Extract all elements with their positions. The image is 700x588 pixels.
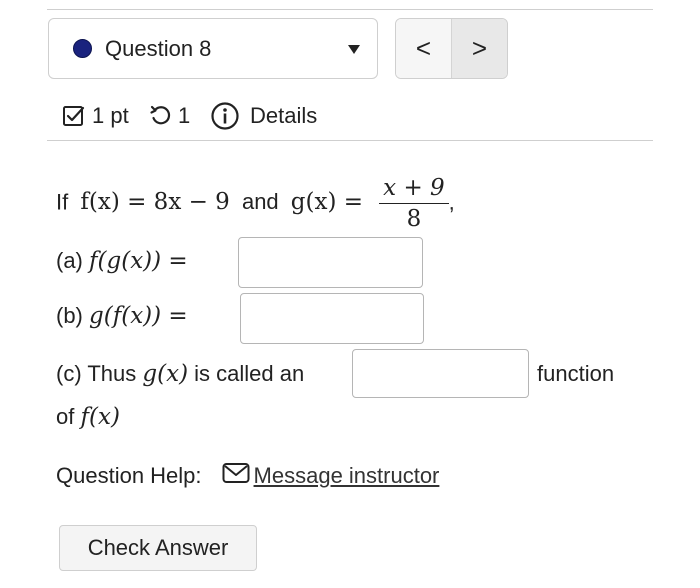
part-c-prefix: (c) Thus xyxy=(56,361,137,386)
message-instructor-link[interactable]: Message instructor xyxy=(254,463,440,489)
if-text: If xyxy=(56,189,69,215)
previous-question-button[interactable]: < xyxy=(396,19,452,78)
problem-statement: If f(x) = 8x − 9 and g(x) = x + 9 8 , xyxy=(56,175,455,232)
help-label: Question Help: xyxy=(56,463,202,488)
g-denominator: 8 xyxy=(406,206,422,232)
retry-icon xyxy=(149,104,173,128)
answer-c-input[interactable] xyxy=(352,349,529,398)
f-definition: f(x) = 8x − 9 xyxy=(80,189,230,216)
details-toggle[interactable]: Details xyxy=(210,100,317,132)
part-a: (a) f(g(x)) = xyxy=(56,248,188,274)
attempts-info: 1 xyxy=(149,100,190,132)
part-c: (c) Thus g(x) is called an xyxy=(56,361,304,387)
g-numerator: x + 9 xyxy=(379,175,449,204)
top-divider xyxy=(47,9,653,10)
part-b: (b) g(f(x)) = xyxy=(56,303,188,329)
part-a-expression: f(g(x)) = xyxy=(89,248,188,274)
question-label: Question 8 xyxy=(105,36,212,61)
question-select[interactable]: Question 8 xyxy=(48,18,378,79)
points-text: 1 pt xyxy=(92,103,129,128)
part-c-of: of xyxy=(56,404,75,429)
check-answer-button[interactable]: Check Answer xyxy=(59,525,257,571)
question-help: Question Help: Message instructor xyxy=(56,462,439,490)
details-label: Details xyxy=(250,103,318,128)
part-c-mid: is called an xyxy=(194,361,305,386)
g-lhs: g(x) = xyxy=(290,189,364,216)
answer-b-input[interactable] xyxy=(240,293,424,344)
part-c-continuation: of f(x) xyxy=(56,404,120,430)
part-b-label: (b) xyxy=(56,303,83,328)
checkbox-icon xyxy=(62,104,86,128)
part-b-expression: g(f(x)) = xyxy=(89,303,188,329)
status-dot-icon xyxy=(73,39,92,58)
next-question-button[interactable]: > xyxy=(452,19,507,78)
part-a-label: (a) xyxy=(56,248,83,273)
section-divider xyxy=(47,140,653,141)
part-c-gx: g(x) xyxy=(142,361,189,387)
points-info: 1 pt xyxy=(62,100,129,132)
part-c-suffix: function xyxy=(537,361,615,386)
g-fraction: x + 9 8 xyxy=(379,175,449,232)
part-c-fx: f(x) xyxy=(80,404,120,430)
question-nav: < > xyxy=(395,18,508,79)
comma: , xyxy=(448,189,455,215)
mail-icon xyxy=(222,462,250,490)
info-icon xyxy=(210,101,240,131)
chevron-down-icon xyxy=(348,45,360,54)
and-text: and xyxy=(241,189,279,215)
answer-a-input[interactable] xyxy=(238,237,423,288)
attempts-text: 1 xyxy=(178,103,191,128)
